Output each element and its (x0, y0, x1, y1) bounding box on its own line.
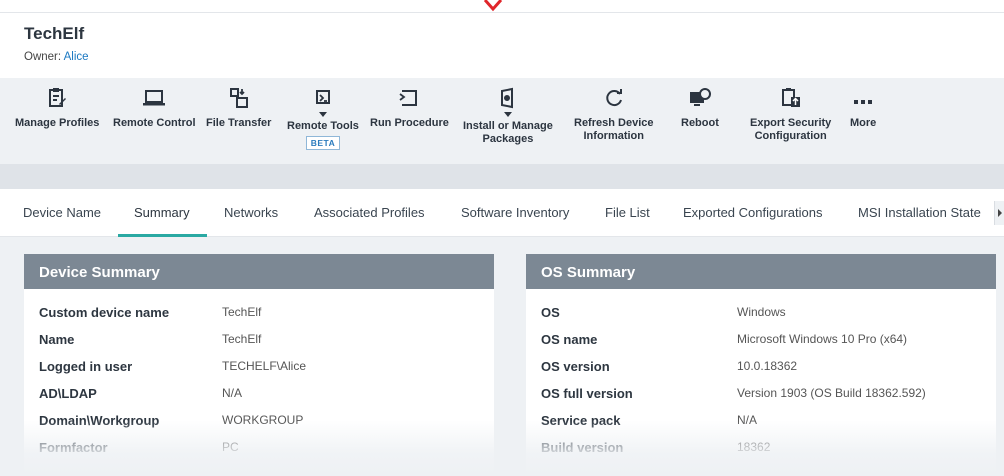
row-key: Build version (541, 440, 624, 455)
install-packages-label-line2: Packages (482, 133, 534, 145)
export-label-line2: Configuration (754, 130, 827, 142)
row-key: Custom device name (39, 305, 170, 320)
summary-content: Device Summary Custom device name TechEl… (0, 237, 1004, 476)
tab-associated-profiles[interactable]: Associated Profiles (314, 205, 425, 220)
row-key: Service pack (541, 413, 621, 428)
refresh-label-line2: Information (583, 130, 645, 142)
install-packages-label-line1: Install or Manage (463, 120, 553, 132)
manage-profiles-button[interactable]: Manage Profiles (15, 84, 99, 130)
file-transfer-button[interactable]: File Transfer (206, 84, 271, 130)
tab-scroll-right-icon[interactable] (994, 201, 1004, 225)
row-value: TechElf (222, 332, 262, 346)
device-summary-title: Device Summary (24, 254, 494, 289)
manage-profiles-label: Manage Profiles (15, 117, 100, 129)
row-value: Version 1903 (OS Build 18362.592) (737, 386, 926, 400)
file-transfer-label: File Transfer (206, 117, 272, 129)
row-value: TechElf (222, 305, 262, 319)
row-value: TECHELF\Alice (222, 359, 307, 373)
export-label-line1: Export Security (750, 117, 832, 129)
row-key: OS name (541, 332, 598, 347)
owner-label: Owner: (24, 51, 62, 63)
owner-line: Owner: Alice (24, 51, 89, 63)
device-header: TechElf Owner: Alice (0, 12, 1004, 78)
row-key: Formfactor (39, 440, 108, 455)
chevron-down-icon (318, 112, 327, 117)
tab-bar: Device Name Summary Networks Associated … (0, 189, 1004, 237)
row-value: Microsoft Windows 10 Pro (x64) (737, 332, 908, 346)
remote-tools-button[interactable]: Remote Tools BETA (287, 84, 359, 150)
more-label: More (850, 117, 877, 129)
os-summary-title: OS Summary (526, 254, 996, 289)
remote-control-button[interactable]: Remote Control (113, 84, 196, 130)
remote-tools-icon (315, 90, 330, 104)
reboot-label: Reboot (681, 117, 719, 129)
row-key: OS full version (541, 386, 633, 401)
tab-networks[interactable]: Networks (224, 205, 278, 220)
more-button[interactable]: More (850, 84, 876, 130)
run-procedure-label: Run Procedure (370, 117, 449, 129)
row-value: N/A (222, 386, 243, 400)
row-key: Domain\Workgroup (39, 413, 160, 428)
os-summary-panel: OS Summary OS Windows OS name Microsoft … (526, 254, 996, 476)
tab-msi-installation-state[interactable]: MSI Installation State (858, 205, 981, 220)
manage-profiles-icon (49, 88, 67, 107)
export-security-button[interactable]: Export Security Configuration (750, 84, 831, 143)
tab-file-list[interactable]: File List (605, 205, 650, 220)
file-transfer-icon (229, 88, 248, 108)
remote-tools-label: Remote Tools (287, 120, 359, 132)
row-value: 10.0.18362 (737, 359, 798, 373)
row-key: Name (39, 332, 75, 347)
refresh-device-button[interactable]: Refresh Device Information (574, 84, 654, 143)
reboot-icon (689, 88, 711, 106)
device-title: TechElf (24, 24, 85, 43)
laptop-icon (143, 90, 166, 106)
row-value: N/A (737, 413, 758, 427)
row-key: Logged in user (39, 359, 133, 374)
tab-summary[interactable]: Summary (134, 205, 190, 220)
refresh-label-line1: Refresh Device (574, 117, 654, 129)
row-value: PC (222, 440, 239, 454)
more-icon (854, 100, 873, 104)
beta-badge: BETA (305, 136, 341, 150)
scroll-up-arrow-icon[interactable] (482, 0, 504, 12)
refresh-icon (606, 89, 622, 107)
run-procedure-icon (399, 90, 418, 106)
device-toolbar: Manage Profiles Remote Control File Tran… (0, 78, 1004, 164)
run-procedure-button[interactable]: Run Procedure (370, 84, 449, 130)
install-packages-button[interactable]: Install or Manage Packages (463, 84, 553, 146)
reboot-button[interactable]: Reboot (681, 84, 719, 130)
row-value: Windows (737, 305, 786, 319)
package-icon (500, 87, 513, 109)
row-key: OS (541, 305, 560, 320)
owner-link[interactable]: Alice (64, 51, 89, 63)
device-summary-panel: Device Summary Custom device name TechEl… (24, 254, 494, 476)
tab-software-inventory[interactable]: Software Inventory (461, 205, 569, 220)
row-key: AD\LDAP (39, 386, 97, 401)
tab-device-name[interactable]: Device Name (23, 205, 101, 220)
row-key: OS version (541, 359, 610, 374)
export-icon (781, 88, 800, 107)
toolbar-separator (0, 164, 1004, 189)
chevron-down-icon (503, 112, 512, 117)
row-value: 18362 (737, 440, 771, 454)
row-value: WORKGROUP (222, 413, 304, 427)
tab-exported-configurations[interactable]: Exported Configurations (683, 205, 822, 220)
remote-control-label: Remote Control (113, 117, 196, 129)
